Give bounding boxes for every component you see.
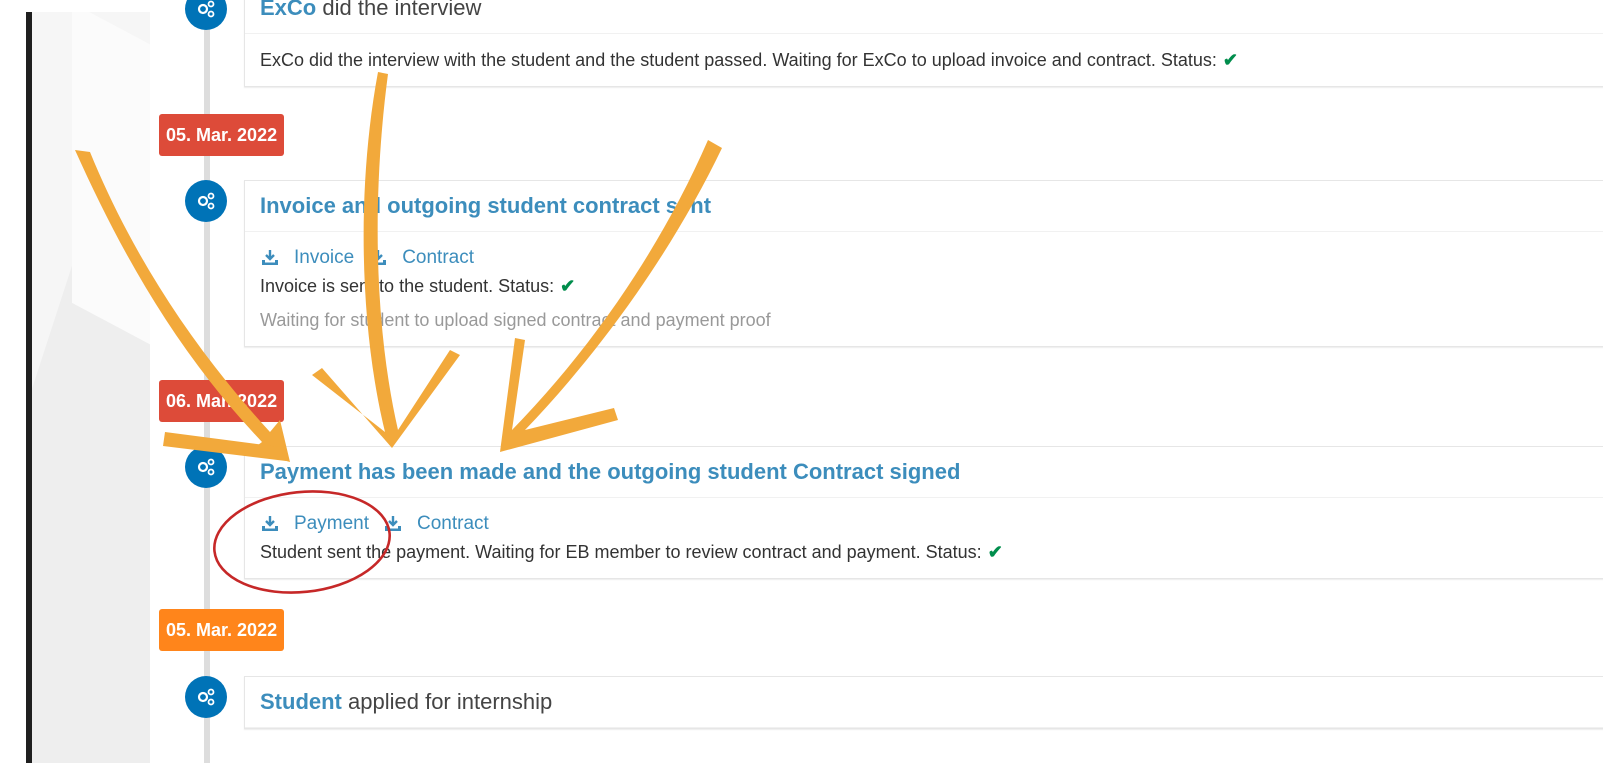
download-icon bbox=[383, 514, 403, 534]
actor-link[interactable]: Student bbox=[260, 689, 342, 714]
item-header: ExCo did the interview bbox=[245, 0, 1603, 34]
item-body: Payment Contract Student sent the paymen… bbox=[245, 498, 1603, 578]
item-title: Payment has been made and the outgoing s… bbox=[245, 447, 1603, 498]
date-badge: 05. Mar. 2022 bbox=[159, 609, 285, 651]
download-links: Payment Contract bbox=[260, 510, 1603, 538]
gears-icon bbox=[185, 0, 227, 30]
download-contract-link[interactable]: Contract bbox=[368, 244, 474, 272]
item-body-text: Student sent the payment. Waiting for EB… bbox=[260, 542, 982, 562]
check-icon: ✔ bbox=[1222, 50, 1238, 70]
timeline-item-applied: Student applied for internship bbox=[244, 676, 1603, 729]
timeline: ExCo did the interview ExCo did the inte… bbox=[150, 0, 1603, 763]
gears-icon bbox=[185, 180, 227, 222]
check-icon: ✔ bbox=[560, 276, 576, 296]
item-body-text: Invoice is sent to the student. Status: bbox=[260, 276, 555, 296]
download-icon bbox=[260, 514, 280, 534]
item-status-line: Invoice is sent to the student. Status: ✔ bbox=[260, 272, 1603, 300]
item-body: Invoice Contract Invoice is sent to the … bbox=[245, 232, 1603, 346]
download-links: Invoice Contract bbox=[260, 244, 1603, 272]
download-contract-link[interactable]: Contract bbox=[383, 510, 489, 538]
download-icon bbox=[260, 248, 280, 268]
timeline-item-interview: ExCo did the interview ExCo did the inte… bbox=[244, 0, 1603, 87]
timeline-item-invoice-sent: Invoice and outgoing student contract se… bbox=[244, 180, 1603, 347]
date-badge: 05. Mar. 2022 bbox=[159, 114, 285, 156]
item-header: Student applied for internship bbox=[245, 677, 1603, 728]
actor-link[interactable]: ExCo bbox=[260, 0, 316, 20]
link-label: Contract bbox=[402, 247, 475, 268]
download-invoice-link[interactable]: Invoice bbox=[260, 244, 354, 272]
waiting-note: Waiting for student to upload signed con… bbox=[260, 310, 771, 330]
date-badge: 06. Mar. 2022 bbox=[159, 380, 285, 422]
item-title: Invoice and outgoing student contract se… bbox=[245, 181, 1603, 232]
item-body-text: ExCo did the interview with the student … bbox=[260, 50, 1217, 70]
item-body: ExCo did the interview with the student … bbox=[245, 34, 1603, 86]
gears-icon bbox=[185, 676, 227, 718]
link-label: Invoice bbox=[294, 247, 355, 268]
link-label: Payment bbox=[294, 513, 369, 534]
timeline-item-payment-made: Payment has been made and the outgoing s… bbox=[244, 446, 1603, 579]
check-icon: ✔ bbox=[987, 542, 1003, 562]
header-text: applied for internship bbox=[348, 689, 553, 714]
gears-icon bbox=[185, 446, 227, 488]
download-payment-link[interactable]: Payment bbox=[260, 510, 369, 538]
header-text: did the interview bbox=[322, 0, 482, 20]
download-icon bbox=[368, 248, 388, 268]
link-label: Contract bbox=[416, 513, 489, 534]
left-background-panel bbox=[32, 12, 150, 763]
item-status-line: Student sent the payment. Waiting for EB… bbox=[260, 538, 1603, 566]
